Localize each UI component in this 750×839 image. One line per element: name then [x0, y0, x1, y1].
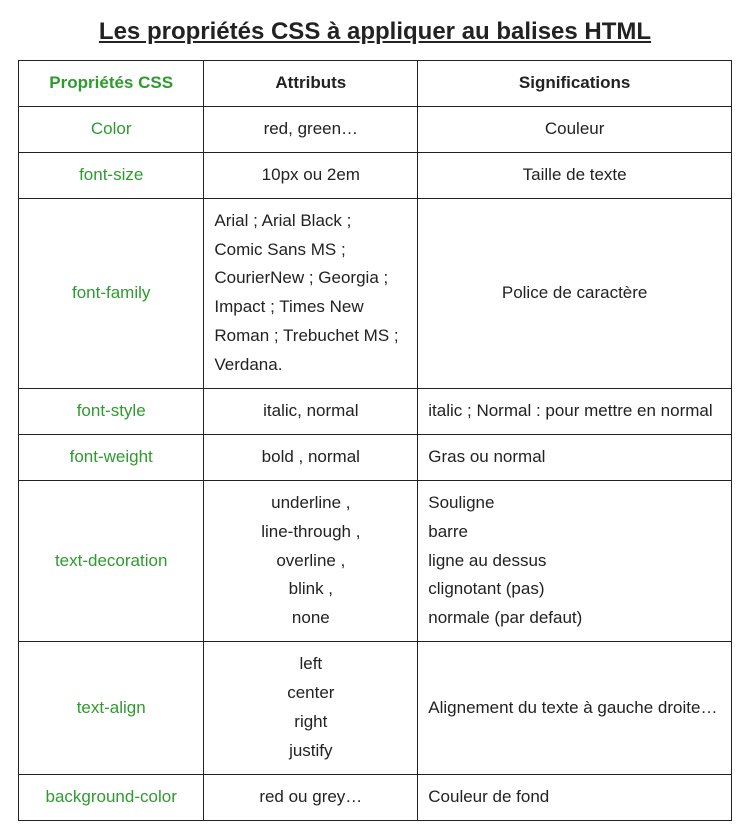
header-prop: Propriétés CSS [19, 61, 204, 107]
prop-cell: text-decoration [19, 480, 204, 641]
attr-cell: red, green… [204, 106, 418, 152]
css-properties-table: Propriétés CSS Attributs Significations … [18, 60, 732, 821]
table-row: font-styleitalic, normalitalic ; Normal … [19, 389, 732, 435]
table-row: font-weightbold , normalGras ou normal [19, 434, 732, 480]
prop-cell: Color [19, 106, 204, 152]
table-body: Colorred, green…Couleurfont-size10px ou … [19, 106, 732, 820]
prop-cell: font-weight [19, 434, 204, 480]
table-row: font-size10px ou 2emTaille de texte [19, 152, 732, 198]
attr-cell: Arial ; Arial Black ; Comic Sans MS ; Co… [204, 198, 418, 388]
sig-cell: Alignement du texte à gauche droite… [418, 642, 732, 775]
prop-cell: text-align [19, 642, 204, 775]
sig-cell: Couleur [418, 106, 732, 152]
sig-cell: Gras ou normal [418, 434, 732, 480]
table-row: text-alignleft center right justifyAlign… [19, 642, 732, 775]
prop-cell: background-color [19, 774, 204, 820]
prop-cell: font-size [19, 152, 204, 198]
attr-cell: italic, normal [204, 389, 418, 435]
header-sig: Significations [418, 61, 732, 107]
attr-cell: left center right justify [204, 642, 418, 775]
sig-cell: Souligne barre ligne au dessus clignotan… [418, 480, 732, 641]
prop-cell: font-family [19, 198, 204, 388]
prop-cell: font-style [19, 389, 204, 435]
attr-cell: 10px ou 2em [204, 152, 418, 198]
attr-cell: red ou grey… [204, 774, 418, 820]
table-row: font-familyArial ; Arial Black ; Comic S… [19, 198, 732, 388]
table-row: text-decorationunderline , line-through … [19, 480, 732, 641]
table-header-row: Propriétés CSS Attributs Significations [19, 61, 732, 107]
attr-cell: underline , line-through , overline , bl… [204, 480, 418, 641]
sig-cell: Couleur de fond [418, 774, 732, 820]
sig-cell: Taille de texte [418, 152, 732, 198]
sig-cell: italic ; Normal : pour mettre en normal [418, 389, 732, 435]
table-row: Colorred, green…Couleur [19, 106, 732, 152]
header-attr: Attributs [204, 61, 418, 107]
attr-cell: bold , normal [204, 434, 418, 480]
table-row: background-colorred ou grey…Couleur de f… [19, 774, 732, 820]
sig-cell: Police de caractère [418, 198, 732, 388]
page-title: Les propriétés CSS à appliquer au balise… [18, 18, 732, 46]
